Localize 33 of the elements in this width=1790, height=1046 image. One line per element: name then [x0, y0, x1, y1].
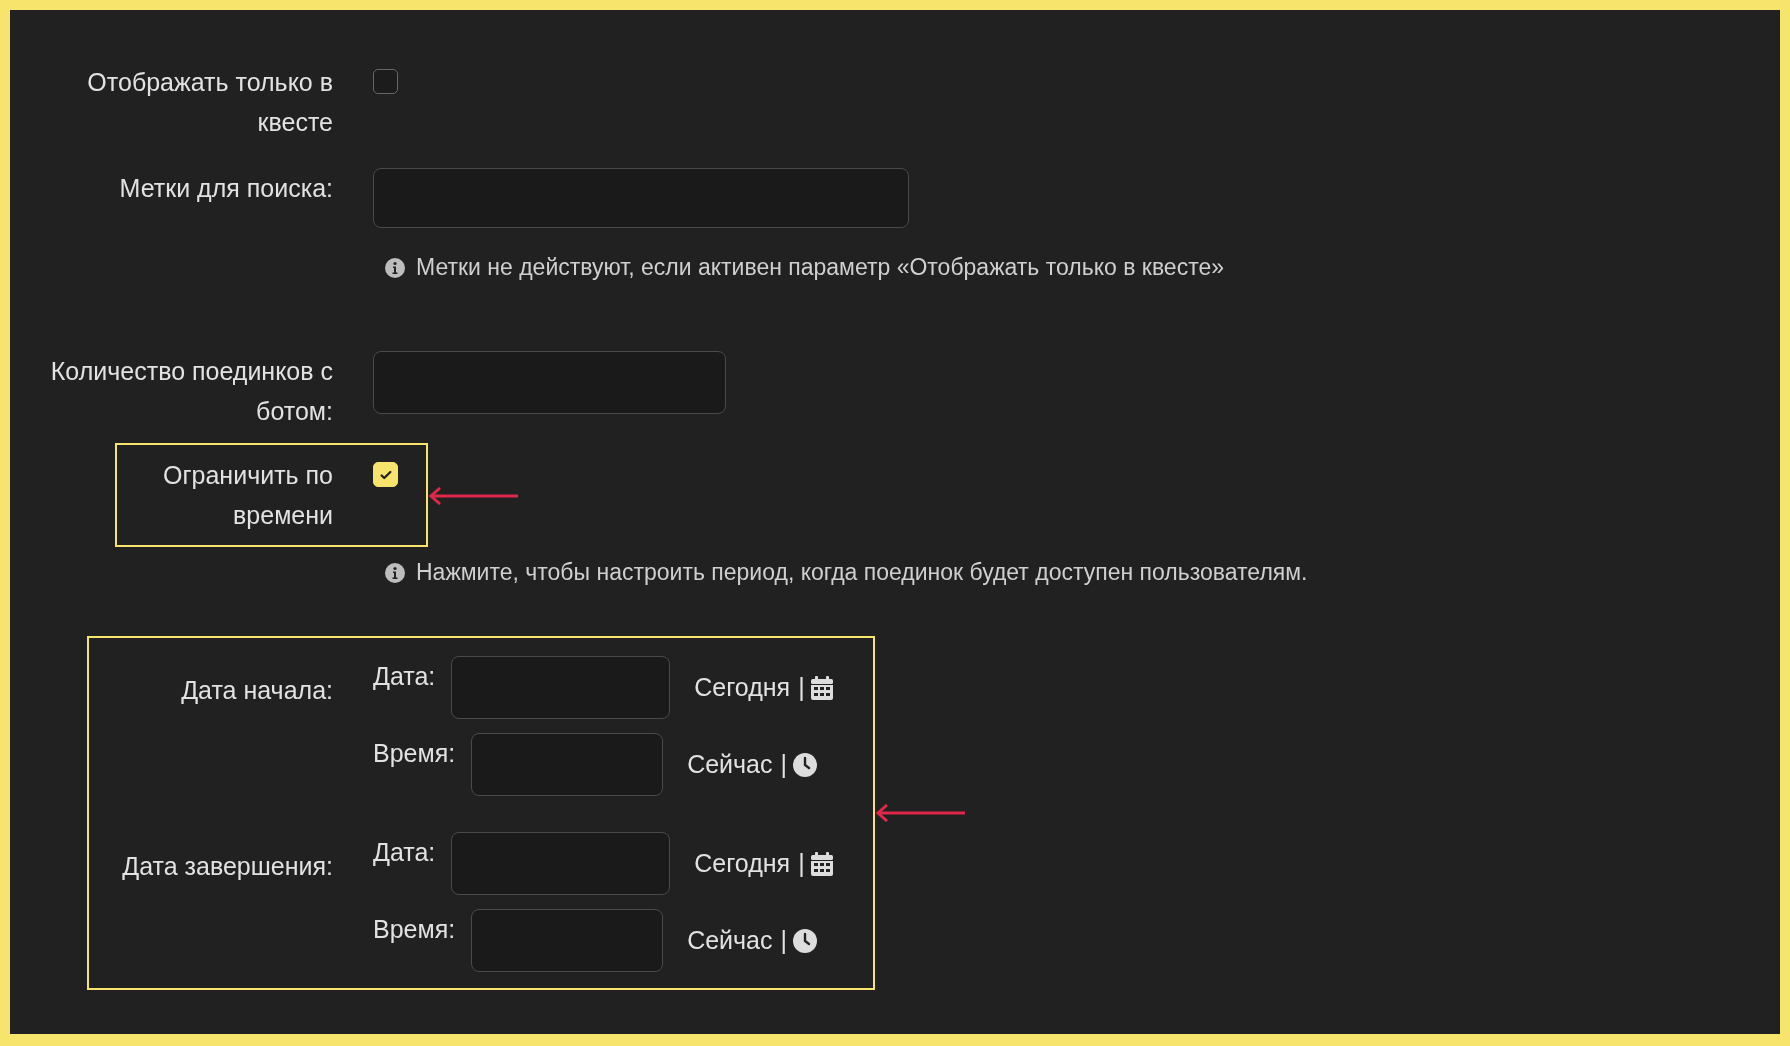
now-link[interactable]: Сейчас	[687, 926, 773, 955]
date-label: Дата начала:	[180, 675, 333, 706]
separator: |	[780, 750, 787, 779]
time-sublabel: Время:	[373, 914, 456, 944]
date-sublabel: Дата:	[373, 837, 436, 867]
date-input[interactable]	[451, 832, 671, 895]
time-input[interactable]	[471, 733, 664, 796]
field-label: Метки для поиска:	[118, 173, 333, 204]
date-sublabel: Дата:	[373, 661, 436, 691]
number-input[interactable]	[373, 351, 726, 414]
time-input[interactable]	[471, 909, 664, 972]
field-label: Количество поединков с ботом:	[49, 356, 333, 427]
calendar-icon[interactable]	[810, 851, 833, 876]
now-link[interactable]: Сейчас	[687, 750, 773, 779]
clock-icon[interactable]	[793, 928, 817, 953]
field-label: Отображать только в квесте	[86, 67, 333, 138]
checkbox[interactable]	[373, 69, 398, 94]
separator: |	[798, 673, 805, 702]
clock-icon[interactable]	[793, 752, 817, 777]
hint-text: Метки не действуют, если активен параметр «Отображать только в квесте»	[416, 254, 1224, 281]
today-link[interactable]: Сегодня	[694, 849, 791, 878]
time-sublabel: Время:	[373, 738, 456, 768]
info-icon	[384, 256, 406, 279]
separator: |	[798, 849, 805, 878]
info-icon	[384, 561, 406, 584]
hint-text: Нажмите, чтобы настроить период, когда поединок будет доступен пользователям.	[416, 559, 1308, 586]
text-input[interactable]	[373, 168, 909, 228]
calendar-icon[interactable]	[810, 675, 833, 700]
date-input[interactable]	[451, 656, 671, 719]
today-link[interactable]: Сегодня	[694, 673, 791, 702]
separator: |	[780, 926, 787, 955]
date-label: Дата завершения:	[121, 851, 333, 882]
field-label: Ограничить по времени	[162, 460, 333, 531]
